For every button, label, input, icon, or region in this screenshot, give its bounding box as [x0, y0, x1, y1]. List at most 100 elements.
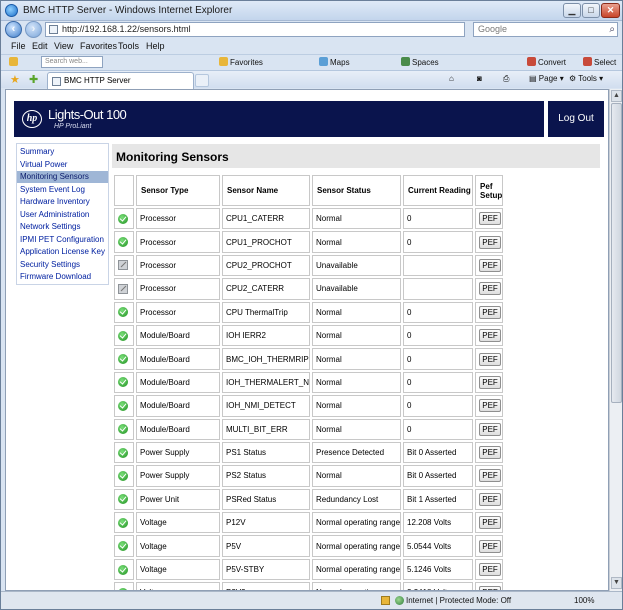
sensor-name-cell: CPU2_PROCHOT	[222, 254, 310, 277]
table-row: Module/Board MULTI_BIT_ERR Normal 0 PEF	[114, 418, 504, 440]
close-button[interactable]: ✕	[601, 3, 620, 18]
nav-system-event-log[interactable]: System Event Log	[17, 184, 108, 196]
page-menu[interactable]: ▤ Page ▾	[529, 74, 564, 83]
address-input[interactable]: http://192.168.1.22/sensors.html	[45, 22, 465, 37]
search-icon[interactable]: ⌕	[609, 23, 615, 36]
nav-ipmi-pet-configuration[interactable]: IPMI PET Configuration	[17, 234, 108, 246]
nav-monitoring-sensors[interactable]: Monitoring Sensors	[17, 171, 108, 183]
print-icon[interactable]: ⎙	[503, 74, 509, 84]
select-button[interactable]: Select	[583, 57, 616, 67]
menu-help[interactable]: Help	[146, 41, 165, 51]
maps-button[interactable]: Maps	[319, 57, 350, 67]
menu-view[interactable]: View	[54, 41, 73, 51]
current-reading-cell: Bit 0 Asserted	[403, 465, 474, 487]
sensor-type-cell: Voltage	[136, 558, 220, 581]
minimize-button[interactable]: ▁	[563, 3, 581, 18]
title-bar: BMC HTTP Server - Windows Internet Explo…	[1, 1, 622, 21]
status-cell	[114, 231, 134, 253]
menu-favorites[interactable]: Favorites	[80, 41, 117, 51]
sensor-status-cell: Normal operating range	[311, 582, 402, 590]
sensor-name-cell: P3V3	[222, 582, 310, 590]
address-url: http://192.168.1.22/sensors.html	[62, 24, 191, 34]
pef-button[interactable]: PEF	[479, 539, 502, 553]
check-icon	[118, 541, 128, 552]
pef-button[interactable]: PEF	[479, 258, 502, 272]
sensor-type-cell: Processor	[136, 231, 220, 253]
back-button[interactable]: ‹	[5, 21, 22, 38]
pef-button[interactable]: PEF	[479, 235, 502, 249]
check-icon	[118, 494, 128, 505]
scroll-up-button[interactable]: ▲	[611, 90, 622, 102]
pef-button[interactable]: PEF	[479, 212, 502, 226]
unavailable-icon	[118, 260, 128, 271]
pef-button[interactable]: PEF	[479, 282, 502, 296]
table-row: Processor CPU2_PROCHOT Unavailable PEF	[114, 254, 504, 277]
forward-button[interactable]: ›	[25, 21, 42, 38]
current-reading-cell: Bit 1 Asserted	[403, 488, 474, 511]
pef-button[interactable]: PEF	[479, 492, 502, 506]
favorites-center-icon[interactable]: ★	[10, 73, 20, 86]
pef-button[interactable]: PEF	[479, 563, 502, 577]
toolbar-search-input[interactable]: Search web...	[41, 56, 103, 68]
sensor-status-cell: Normal	[311, 348, 402, 370]
nav-application-license-key[interactable]: Application License Key	[17, 246, 108, 258]
page-title: Monitoring Sensors	[116, 150, 229, 164]
tab-bmc-http-server[interactable]: BMC HTTP Server	[47, 72, 194, 89]
sensor-status-cell: Redundancy Lost	[311, 488, 402, 511]
sensor-type-cell: Power Unit	[136, 488, 220, 511]
tools-menu[interactable]: ⚙ Tools ▾	[569, 74, 603, 83]
sensor-status-cell: Normal	[311, 231, 402, 253]
pef-cell: PEF	[475, 441, 504, 464]
star-icon[interactable]	[9, 57, 20, 67]
sensor-type-cell: Module/Board	[136, 395, 220, 417]
address-bar-row: ‹ › http://192.168.1.22/sensors.html Goo…	[1, 21, 622, 38]
scroll-down-button[interactable]: ▼	[611, 577, 622, 589]
pef-cell: PEF	[475, 278, 504, 300]
pef-button[interactable]: PEF	[479, 352, 502, 366]
pef-button[interactable]: PEF	[479, 329, 502, 343]
status-cell	[114, 395, 134, 417]
home-icon[interactable]: ⌂	[449, 74, 454, 83]
menu-edit[interactable]: Edit	[32, 41, 48, 51]
nav-network-settings[interactable]: Network Settings	[17, 221, 108, 233]
convert-button[interactable]: Convert	[527, 57, 566, 67]
logout-button[interactable]: Log Out	[548, 101, 604, 137]
scroll-thumb[interactable]	[611, 103, 622, 403]
sensor-name-cell: IOH_NMI_DETECT	[222, 395, 310, 417]
nav-hardware-inventory[interactable]: Hardware Inventory	[17, 196, 108, 208]
zoom-level[interactable]: 100%	[574, 596, 594, 605]
menu-file[interactable]: File	[11, 41, 26, 51]
nav-security-settings[interactable]: Security Settings	[17, 259, 108, 271]
spaces-button[interactable]: Spaces	[401, 57, 439, 67]
pef-button[interactable]: PEF	[479, 305, 502, 319]
search-input[interactable]: Google ⌕	[473, 22, 618, 37]
links-toolbar: Search web... Favorites Maps Spaces Conv…	[1, 54, 622, 69]
nav-user-administration[interactable]: User Administration	[17, 209, 108, 221]
sensor-name-cell: P5V	[222, 535, 310, 557]
pef-button[interactable]: PEF	[479, 516, 502, 530]
new-tab-button[interactable]	[195, 74, 209, 87]
pef-button[interactable]: PEF	[479, 469, 502, 483]
vertical-scrollbar[interactable]: ▲ ▼	[609, 89, 622, 591]
pef-button[interactable]: PEF	[479, 375, 502, 389]
pef-cell: PEF	[475, 371, 504, 394]
status-cell	[114, 582, 134, 590]
sensor-type-cell: Processor	[136, 278, 220, 300]
check-icon	[118, 377, 128, 388]
favorites-button[interactable]: Favorites	[219, 57, 263, 67]
check-icon	[118, 354, 128, 365]
maximize-button[interactable]: □	[582, 3, 600, 18]
select-icon	[583, 57, 592, 66]
pef-button[interactable]: PEF	[479, 399, 502, 413]
check-icon	[118, 447, 128, 458]
current-reading-cell: 0	[403, 301, 474, 323]
add-favorite-icon[interactable]: ✚	[29, 73, 38, 86]
nav-summary[interactable]: Summary	[17, 146, 108, 158]
nav-firmware-download[interactable]: Firmware Download	[17, 271, 108, 283]
menu-tools[interactable]: Tools	[118, 41, 139, 51]
status-cell	[114, 278, 134, 300]
pef-button[interactable]: PEF	[479, 446, 502, 460]
pef-button[interactable]: PEF	[479, 422, 502, 436]
feeds-icon[interactable]: ◙	[477, 74, 482, 83]
nav-virtual-power[interactable]: Virtual Power	[17, 159, 108, 171]
